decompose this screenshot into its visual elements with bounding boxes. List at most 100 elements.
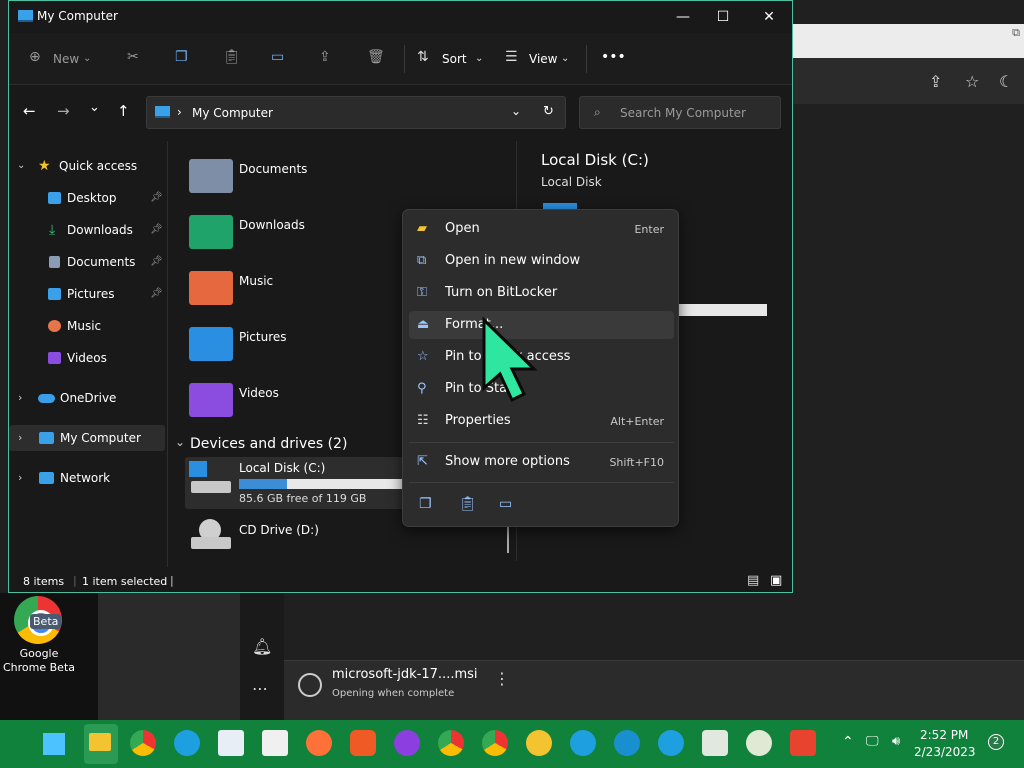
edge-beta-icon[interactable] xyxy=(614,730,640,756)
chrome-dev-icon[interactable] xyxy=(482,730,508,756)
chevron-right-icon: › xyxy=(18,431,23,444)
pin-icon[interactable]: 📌︎ xyxy=(150,185,163,211)
bell-icon[interactable]: 🔔︎ xyxy=(252,637,272,656)
share-icon[interactable]: ⇪ xyxy=(319,49,331,65)
computer-icon xyxy=(155,106,170,118)
sidebar-item-my-computer[interactable]: › My Computer xyxy=(9,425,165,451)
copy-icon[interactable]: ❐ xyxy=(175,49,188,65)
menu-item-open-new-window[interactable]: ⧉ Open in new window xyxy=(409,247,674,275)
moon-icon[interactable]: ☾ xyxy=(999,72,1013,91)
chrome-icon[interactable] xyxy=(130,730,156,756)
sidebar-item-documents[interactable]: Documents 📌︎ xyxy=(9,249,165,275)
network-icon[interactable]: 🖵︎ xyxy=(866,734,879,749)
chevron-up-icon[interactable]: ⌃ xyxy=(842,734,854,750)
chrome-canary-icon[interactable] xyxy=(526,730,552,756)
app-icon[interactable] xyxy=(746,730,772,756)
cut-icon[interactable]: ✂ xyxy=(127,49,139,65)
sidebar-item-quick-access[interactable]: ⌄ ★ Quick access xyxy=(9,153,165,179)
firefox-icon[interactable] xyxy=(306,730,332,756)
tab-icon: ⧉ xyxy=(1012,26,1020,39)
sidebar-item-label: Pictures xyxy=(67,287,115,301)
clock-time[interactable]: 2:52 PM xyxy=(920,728,968,742)
address-bar[interactable]: › My Computer ⌄ ↻ xyxy=(146,96,566,129)
paste-icon[interactable]: 📋︎ xyxy=(223,49,241,65)
bitlocker-key-icon: ⚿ xyxy=(417,285,427,300)
forward-icon[interactable]: → xyxy=(57,102,70,120)
share-icon[interactable]: ⇪ xyxy=(929,72,942,91)
edge-canary-icon[interactable] xyxy=(570,730,596,756)
new-window-icon: ⧉ xyxy=(417,253,427,268)
notification-badge[interactable]: 2 xyxy=(988,734,1004,750)
chevron-down-icon[interactable]: ⌄ xyxy=(175,435,185,449)
address-dropdown-icon[interactable]: ⌄ xyxy=(511,104,521,118)
search-input[interactable]: ⌕ Search My Computer xyxy=(579,96,781,129)
clock-date[interactable]: 2/23/2023 xyxy=(914,745,976,759)
download-filename[interactable]: microsoft-jdk-17....msi xyxy=(332,667,478,682)
chrome-beta-label[interactable]: Google Chrome Beta xyxy=(0,647,78,675)
monitor-app-icon[interactable] xyxy=(218,730,244,756)
maximize-button[interactable]: ☐ xyxy=(703,5,743,29)
recent-locations-icon[interactable]: ⌄ xyxy=(89,100,100,115)
delete-icon[interactable]: 🗑︎ xyxy=(367,49,385,65)
chevron-down-icon: ⌄ xyxy=(561,53,570,64)
sidebar-item-videos[interactable]: Videos xyxy=(9,345,165,371)
brave-icon[interactable] xyxy=(350,730,376,756)
sidebar-item-network[interactable]: › Network xyxy=(9,465,165,491)
menu-item-bitlocker[interactable]: ⚿ Turn on BitLocker xyxy=(409,279,674,307)
paste-icon[interactable]: 📋︎ xyxy=(459,496,477,512)
vivaldi-mask-icon[interactable] xyxy=(394,730,420,756)
folder-item-documents[interactable]: Documents xyxy=(169,149,469,193)
file-explorer-icon[interactable] xyxy=(89,733,111,751)
new-button[interactable]: New xyxy=(53,52,79,66)
view-button[interactable]: View xyxy=(529,52,557,66)
more-icon[interactable]: ⋯ xyxy=(252,679,268,698)
devices-group-header[interactable]: Devices and drives (2) xyxy=(190,436,347,452)
app-window-icon[interactable] xyxy=(262,730,288,756)
sidebar-item-desktop[interactable]: Desktop 📌︎ xyxy=(9,185,165,211)
menu-item-label: Turn on BitLocker xyxy=(445,285,558,300)
menu-item-open[interactable]: ▰ Open Enter xyxy=(409,215,674,243)
see-more-icon[interactable]: ••• xyxy=(601,49,626,65)
favorite-star-icon[interactable]: ☆ xyxy=(965,72,979,91)
start-windows-icon[interactable] xyxy=(43,733,65,755)
sidebar-item-onedrive[interactable]: › OneDrive xyxy=(9,385,165,411)
back-icon[interactable]: ← xyxy=(23,102,36,120)
close-app-icon[interactable] xyxy=(790,730,816,756)
sidebar-item-downloads[interactable]: ⤓ Downloads 📌︎ xyxy=(9,217,165,243)
menu-item-properties[interactable]: ☷ Properties Alt+Enter xyxy=(409,407,674,435)
tiles-view-icon[interactable]: ▣ xyxy=(770,573,782,588)
up-icon[interactable]: ↑ xyxy=(117,102,130,120)
breadcrumb-chevron-icon: › xyxy=(177,105,182,119)
background-panel xyxy=(98,593,240,720)
pin-icon[interactable]: 📌︎ xyxy=(150,249,163,275)
network-icon xyxy=(39,472,54,484)
drive-item-d[interactable]: CD Drive (D:) xyxy=(185,517,415,557)
breadcrumb[interactable]: My Computer xyxy=(192,106,273,120)
search-placeholder: Search My Computer xyxy=(620,106,746,120)
menu-item-show-more-options[interactable]: ⇱ Show more options Shift+F10 xyxy=(409,448,674,476)
details-title: Local Disk (C:) xyxy=(541,151,649,169)
volume-icon[interactable]: 🔊︎ xyxy=(892,734,900,749)
chrome-beta-taskbar-icon[interactable] xyxy=(438,730,464,756)
drive-item-c[interactable]: Local Disk (C:) 85.6 GB free of 119 GB xyxy=(185,457,415,509)
refresh-icon[interactable]: ↻ xyxy=(543,104,554,119)
title-bar[interactable]: My Computer — ☐ ✕ xyxy=(9,1,792,33)
minimize-button[interactable]: — xyxy=(663,5,703,29)
rename-icon[interactable]: ▭ xyxy=(271,49,284,65)
sort-button[interactable]: Sort xyxy=(442,52,467,66)
pin-icon[interactable]: 📌︎ xyxy=(150,281,163,307)
download-more-icon[interactable]: ⋮ xyxy=(494,669,510,688)
toolbar-divider xyxy=(586,45,587,73)
edge-icon[interactable] xyxy=(174,730,200,756)
sidebar-item-music[interactable]: Music xyxy=(9,313,165,339)
copy-icon[interactable]: ❐ xyxy=(419,496,432,512)
close-button[interactable]: ✕ xyxy=(749,5,789,29)
status-divider: | xyxy=(170,574,174,587)
app-icon[interactable] xyxy=(702,730,728,756)
rename-icon[interactable]: ▭ xyxy=(499,496,512,512)
sidebar-item-pictures[interactable]: Pictures 📌︎ xyxy=(9,281,165,307)
pin-icon[interactable]: 📌︎ xyxy=(150,217,163,243)
edge-dev-icon[interactable] xyxy=(658,730,684,756)
details-view-icon[interactable]: ▤ xyxy=(747,573,759,588)
window-title: My Computer xyxy=(37,9,118,23)
